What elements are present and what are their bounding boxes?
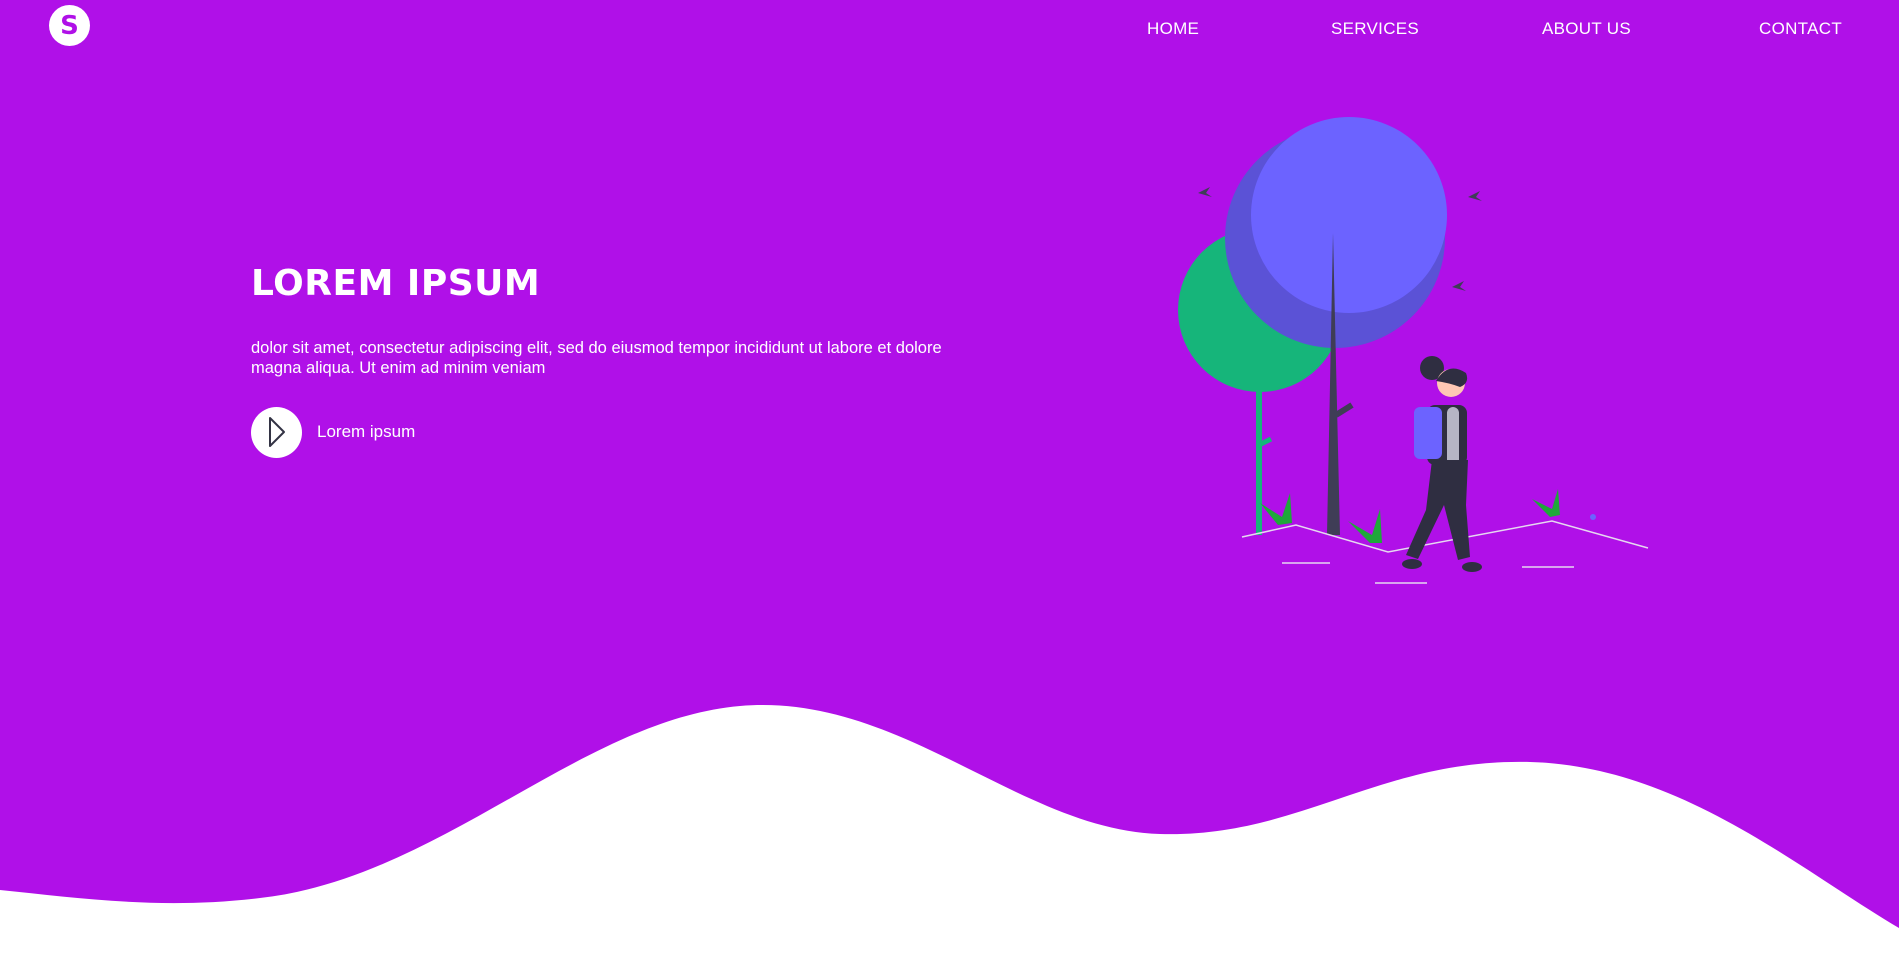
main-nav: HOME SERVICES ABOUT US CONTACT <box>0 19 1899 43</box>
bird-icon <box>1452 281 1466 291</box>
hiker-figure <box>1402 356 1482 572</box>
hero-title: LOREM IPSUM <box>251 263 541 304</box>
cta-label[interactable]: Lorem ipsum <box>317 422 415 442</box>
nav-about-us[interactable]: ABOUT US <box>1542 19 1631 39</box>
bird-icon <box>1468 191 1482 201</box>
nav-contact[interactable]: CONTACT <box>1759 19 1842 39</box>
hero-description: dolor sit amet, consectetur adipiscing e… <box>251 339 942 377</box>
hiker-with-trees-illustration <box>1178 117 1649 584</box>
play-button[interactable] <box>251 406 302 458</box>
nav-home[interactable]: HOME <box>1147 19 1199 39</box>
cta[interactable]: Lorem ipsum <box>251 406 415 458</box>
play-icon <box>268 417 285 447</box>
nav-services[interactable]: SERVICES <box>1331 19 1419 39</box>
bird-icon <box>1198 187 1212 197</box>
